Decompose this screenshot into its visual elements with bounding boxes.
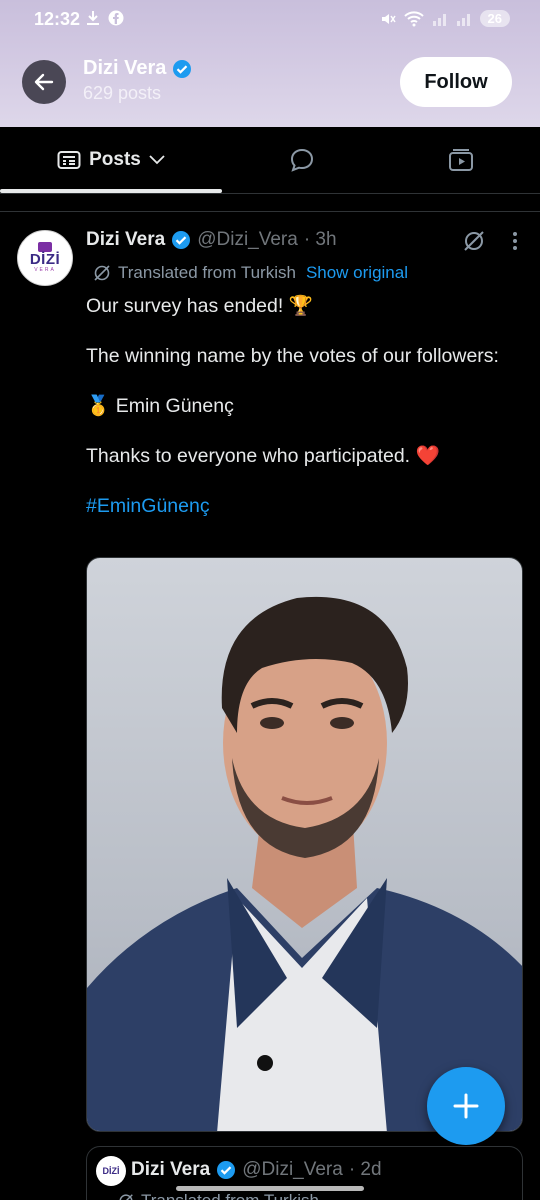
portrait-photo — [87, 596, 522, 1131]
mute-icon — [381, 13, 396, 24]
post-image[interactable] — [86, 557, 523, 1132]
translated-label: Translated from Turkish — [118, 263, 296, 282]
quote-avatar-text: DİZİ — [102, 1166, 120, 1176]
avatar-text: DİZİ — [29, 251, 61, 268]
post-line-2: The winning name by the votes of our fol… — [86, 345, 499, 367]
quote-author: Dizi Vera — [131, 1159, 211, 1180]
post-text: Our survey has ended! 🏆 The winning name… — [86, 294, 516, 544]
post-time: · 3h — [303, 229, 337, 250]
show-original-link[interactable]: Show original — [306, 263, 408, 283]
tab-posts-label: Posts — [89, 149, 141, 170]
verified-icon — [172, 231, 191, 249]
quote-time: · 2d — [348, 1159, 382, 1180]
video-icon — [449, 149, 473, 171]
wifi-icon — [403, 10, 424, 26]
post-author[interactable]: Dizi Vera — [86, 229, 165, 251]
reply-bubble-icon — [290, 148, 314, 172]
home-indicator[interactable] — [176, 1186, 364, 1191]
translate-icon — [94, 265, 110, 281]
tab-media[interactable] — [382, 127, 540, 193]
more-options-icon[interactable] — [512, 231, 518, 251]
signal-icon — [432, 13, 446, 26]
quoted-post[interactable]: DİZİ Dizi Vera @Dizi_Vera · 2d Translate… — [86, 1146, 523, 1200]
profile-header: 12:32 26 Dizi Vera 629 posts Follow — [0, 0, 540, 127]
verified-icon — [217, 1161, 236, 1179]
follow-button[interactable]: Follow — [400, 57, 512, 107]
posts-icon — [57, 151, 81, 169]
post-line-3: 🥇 Emin Günenç — [86, 395, 234, 417]
arrow-left-icon — [34, 73, 54, 91]
back-button[interactable] — [22, 60, 66, 104]
status-right-icons: 26 — [380, 10, 510, 27]
facebook-icon — [108, 10, 124, 26]
compose-button[interactable] — [427, 1067, 505, 1145]
post-top-actions — [462, 229, 518, 253]
quote-translated-label: Translated from Turkish — [141, 1191, 319, 1200]
post-handle[interactable]: @Dizi_Vera — [197, 229, 298, 251]
chevron-down-icon — [149, 155, 165, 165]
quote-translation-row: Translated from Turkish — [117, 1191, 319, 1200]
quote-avatar: DİZİ — [96, 1156, 126, 1186]
quote-header: Dizi Vera @Dizi_Vera · 2d — [131, 1159, 382, 1181]
post-divider — [0, 211, 540, 212]
status-time: 12:32 — [34, 9, 81, 29]
quote-handle: @Dizi_Vera — [242, 1159, 343, 1180]
translation-row: Translated from Turkish Show original — [92, 263, 408, 283]
verified-icon — [173, 59, 192, 78]
translate-icon — [119, 1194, 133, 1200]
battery-indicator: 26 — [479, 10, 510, 27]
tab-divider — [0, 193, 540, 194]
grok-icon[interactable] — [462, 229, 486, 253]
status-left-icons — [86, 10, 124, 26]
hashtag-link[interactable]: #EminGünenç — [86, 494, 516, 519]
profile-tabs: Posts — [0, 127, 540, 193]
tab-replies[interactable] — [222, 127, 382, 193]
profile-name: Dizi Vera — [83, 57, 167, 79]
avatar-subtext: VERA — [34, 267, 56, 273]
plus-icon — [453, 1093, 479, 1119]
profile-name-row: Dizi Vera — [83, 57, 192, 80]
posts-count: 629 posts — [83, 83, 162, 103]
avatar[interactable]: DİZİ VERA — [17, 230, 73, 286]
download-icon — [87, 11, 99, 25]
post-header: Dizi Vera @Dizi_Vera · 3h — [86, 229, 337, 251]
status-bar: 12:32 26 — [0, 0, 540, 40]
signal-icon-2 — [456, 13, 470, 26]
post-line-1: Our survey has ended! 🏆 — [86, 295, 313, 317]
post-line-4: Thanks to everyone who participated. ❤️ — [86, 445, 440, 467]
tab-posts[interactable]: Posts — [0, 127, 222, 193]
